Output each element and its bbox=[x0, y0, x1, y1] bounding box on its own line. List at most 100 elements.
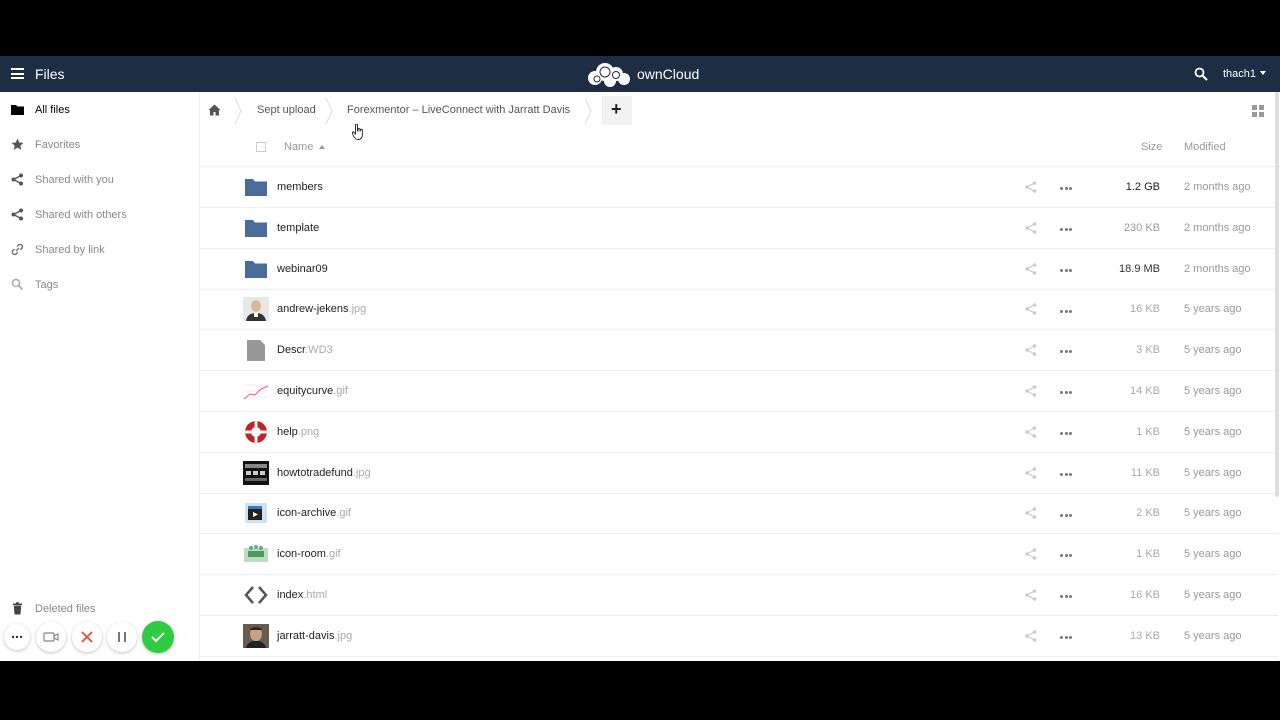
link-icon bbox=[11, 243, 24, 256]
file-name[interactable]: equitycurve.gif bbox=[277, 385, 348, 397]
more-actions-icon[interactable] bbox=[1060, 506, 1074, 520]
file-modified: 5 years ago bbox=[1184, 344, 1242, 357]
file-modified: 5 years ago bbox=[1184, 548, 1242, 561]
sidebar-item-label: Deleted files bbox=[35, 603, 96, 615]
grid-view-icon[interactable] bbox=[1252, 105, 1264, 117]
file-name[interactable]: icon-archive.gif bbox=[277, 507, 351, 519]
file-name[interactable]: webinar09 bbox=[277, 263, 328, 275]
table-row[interactable]: help.png 1 KB 5 years ago bbox=[200, 412, 1278, 453]
checkmark-icon bbox=[151, 632, 165, 643]
file-name[interactable]: template bbox=[277, 222, 319, 234]
sidebar-item-all-files[interactable]: All files bbox=[0, 92, 200, 127]
file-basename: equitycurve bbox=[277, 385, 334, 397]
file-name[interactable]: index.html bbox=[277, 589, 327, 601]
more-actions-icon[interactable] bbox=[1060, 547, 1074, 561]
file-basename: andrew-jekens bbox=[277, 303, 349, 316]
file-name[interactable]: andrew-jekens.jpg bbox=[277, 303, 366, 315]
sidebar-item-deleted-files[interactable]: Deleted files bbox=[0, 591, 200, 626]
cancel-recording-button[interactable] bbox=[72, 622, 102, 652]
file-modified: 2 months ago bbox=[1184, 262, 1251, 275]
more-actions-icon[interactable] bbox=[1060, 180, 1074, 194]
file-name[interactable]: jarratt-davis.jpg bbox=[277, 630, 352, 642]
scrollbar[interactable] bbox=[1275, 92, 1279, 497]
more-actions-icon[interactable] bbox=[1060, 384, 1074, 398]
more-actions-icon[interactable] bbox=[1060, 302, 1074, 316]
new-button[interactable]: + bbox=[602, 96, 632, 125]
table-row[interactable]: icon-archive.gif 2 KB 5 years ago bbox=[200, 493, 1278, 535]
pause-recording-button[interactable] bbox=[107, 622, 137, 652]
app-name[interactable]: Files bbox=[35, 66, 65, 82]
sidebar-item-shared-with-you[interactable]: Shared with you bbox=[0, 162, 200, 197]
file-name[interactable]: members bbox=[277, 181, 323, 193]
table-row[interactable]: index.html 16 KB 5 years ago bbox=[200, 575, 1278, 616]
share-icon[interactable] bbox=[1025, 181, 1037, 193]
sidebar-item-label: All files bbox=[35, 104, 70, 116]
more-options-button[interactable] bbox=[4, 624, 30, 650]
owncloud-logo-icon[interactable] bbox=[583, 61, 633, 87]
column-modified[interactable]: Modified bbox=[1184, 141, 1226, 153]
hamburger-menu-icon[interactable] bbox=[11, 68, 24, 79]
share-icon[interactable] bbox=[1025, 507, 1037, 520]
share-icon[interactable] bbox=[1025, 303, 1037, 316]
table-row[interactable]: Descr.WD3 3 KB 5 years ago bbox=[200, 330, 1278, 372]
table-row[interactable]: members 1.2 GB 2 months ago bbox=[200, 167, 1278, 208]
more-actions-icon[interactable] bbox=[1060, 425, 1074, 439]
share-icon[interactable] bbox=[1025, 385, 1037, 397]
more-actions-icon[interactable] bbox=[1060, 588, 1074, 602]
more-actions-icon[interactable] bbox=[1060, 343, 1074, 357]
sidebar-item-tags[interactable]: Tags bbox=[0, 267, 200, 302]
table-row[interactable]: icon-room.gif 1 KB 5 years ago bbox=[200, 534, 1278, 576]
finish-recording-button[interactable] bbox=[142, 621, 174, 653]
file-name[interactable]: icon-room.gif bbox=[277, 548, 341, 560]
share-icon[interactable] bbox=[1025, 589, 1037, 601]
sidebar-item-shared-with-others[interactable]: Shared with others bbox=[0, 197, 200, 232]
table-row[interactable]: andrew-jekens.jpg 16 KB 5 years ago bbox=[200, 289, 1278, 331]
search-icon[interactable] bbox=[1194, 67, 1208, 81]
close-icon bbox=[81, 631, 93, 643]
file-name[interactable]: howtotradefund.jpg bbox=[277, 467, 371, 479]
more-actions-icon[interactable] bbox=[1060, 262, 1074, 276]
table-row[interactable]: howtotradefund.jpg 11 KB 5 years ago bbox=[200, 453, 1278, 494]
more-actions-icon[interactable] bbox=[1060, 466, 1074, 480]
share-icon[interactable] bbox=[1025, 221, 1037, 234]
home-icon[interactable] bbox=[208, 104, 221, 116]
archive-icon bbox=[243, 501, 269, 525]
sidebar: All files Favorites Shared with you Shar… bbox=[0, 92, 200, 661]
share-icon[interactable] bbox=[1025, 629, 1037, 642]
table-row[interactable]: webinar09 18.9 MB 2 months ago bbox=[200, 249, 1278, 290]
file-modified: 5 years ago bbox=[1184, 303, 1242, 316]
user-menu[interactable]: thach1 bbox=[1223, 68, 1267, 80]
breadcrumb-sept-upload[interactable]: Sept upload bbox=[257, 104, 316, 116]
column-size[interactable]: Size bbox=[1141, 141, 1162, 153]
share-icon[interactable] bbox=[1025, 425, 1037, 438]
column-name[interactable]: Name bbox=[284, 141, 326, 153]
more-actions-icon[interactable] bbox=[1060, 221, 1074, 235]
share-icon[interactable] bbox=[1025, 344, 1037, 356]
file-basename: webinar09 bbox=[277, 262, 328, 275]
table-row[interactable]: equitycurve.gif 14 KB 5 years ago bbox=[200, 371, 1278, 412]
breadcrumb-current-folder[interactable]: Forexmentor – LiveConnect with Jarratt D… bbox=[347, 104, 570, 116]
camera-toggle-button[interactable] bbox=[36, 622, 66, 652]
folder-icon bbox=[243, 257, 269, 281]
crumb-separator bbox=[325, 97, 333, 125]
file-basename: members bbox=[277, 181, 323, 193]
file-extension: .gif bbox=[325, 548, 341, 561]
search-icon bbox=[11, 278, 24, 291]
user-name: thach1 bbox=[1223, 68, 1257, 80]
sidebar-item-favorites[interactable]: Favorites bbox=[0, 127, 200, 162]
table-row[interactable]: jarratt-davis.jpg 13 KB 5 years ago bbox=[200, 616, 1278, 657]
file-extension: .gif bbox=[333, 385, 348, 397]
file-name[interactable]: Descr.WD3 bbox=[277, 344, 333, 356]
table-row[interactable]: template 230 KB 2 months ago bbox=[200, 208, 1278, 249]
file-name[interactable]: help.png bbox=[277, 426, 319, 438]
sidebar-item-shared-by-link[interactable]: Shared by link bbox=[0, 232, 200, 267]
share-icon[interactable] bbox=[1025, 548, 1037, 560]
file-basename: Descr bbox=[277, 344, 306, 357]
share-icon[interactable] bbox=[1025, 262, 1037, 275]
more-actions-icon[interactable] bbox=[1060, 629, 1074, 643]
select-all-checkbox[interactable] bbox=[256, 142, 266, 152]
image-thumbnail-icon bbox=[243, 297, 269, 322]
share-icon[interactable] bbox=[1025, 466, 1037, 479]
crumb-separator bbox=[234, 97, 242, 125]
image-thumbnail-icon bbox=[243, 623, 269, 648]
